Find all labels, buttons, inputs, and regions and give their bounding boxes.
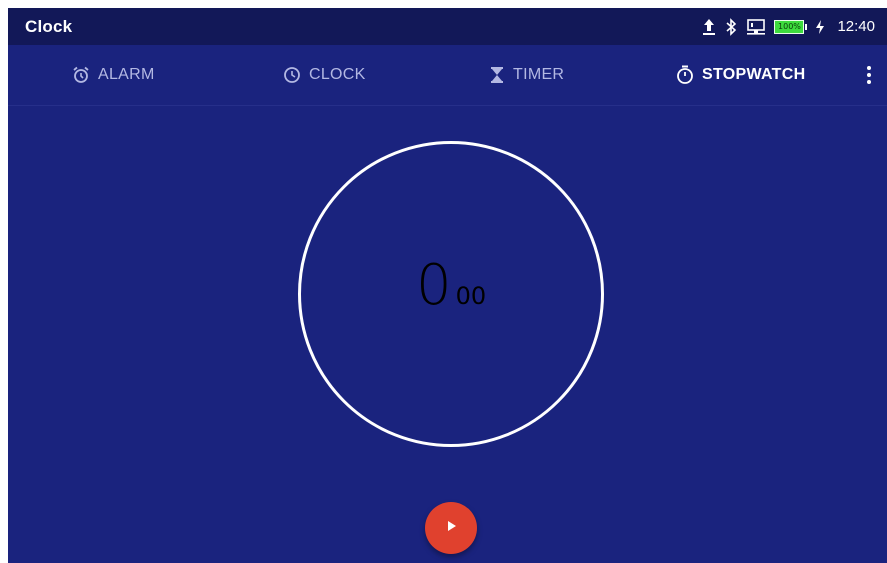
start-button[interactable] [425, 502, 477, 554]
charging-icon [815, 19, 825, 35]
battery-level: 100% [774, 19, 805, 34]
tab-timer-label: TIMER [513, 66, 565, 83]
tab-clock[interactable]: CLOCK [283, 45, 366, 105]
tab-clock-label: CLOCK [309, 66, 366, 83]
tab-timer[interactable]: TIMER [489, 45, 564, 105]
clock-icon [283, 66, 301, 84]
tab-bar: ALARM CLOCK TIMER STOPWATCH [8, 45, 887, 106]
device-frame: Clock 100% 12:40 ALARM CLOCK TIMER STOPW… [0, 0, 887, 563]
stopwatch-seconds: 0 [416, 253, 452, 318]
tab-alarm-label: ALARM [98, 66, 155, 83]
stopwatch-hundredths: 00 [455, 282, 487, 310]
bluetooth-icon [724, 17, 738, 36]
tab-stopwatch[interactable]: STOPWATCH [676, 45, 805, 105]
tab-stopwatch-label: STOPWATCH [702, 66, 806, 83]
network-icon [746, 18, 766, 36]
play-icon [444, 519, 458, 538]
stopwatch-readout: 0 00 [416, 258, 486, 314]
app-title: Clock [25, 17, 73, 36]
hourglass-icon [489, 66, 505, 84]
clock-app-screen: Clock 100% 12:40 ALARM CLOCK TIMER STOPW… [8, 8, 887, 563]
stopwatch-icon [676, 65, 694, 85]
tab-alarm[interactable]: ALARM [72, 45, 155, 105]
upload-icon [702, 18, 716, 36]
battery-icon: 100% [774, 19, 808, 34]
status-bar: Clock 100% 12:40 [8, 8, 887, 45]
status-icons: 100% 12:40 [702, 8, 875, 45]
status-time: 12:40 [837, 18, 875, 35]
overflow-menu-icon[interactable] [859, 45, 879, 105]
alarm-icon [72, 66, 90, 84]
